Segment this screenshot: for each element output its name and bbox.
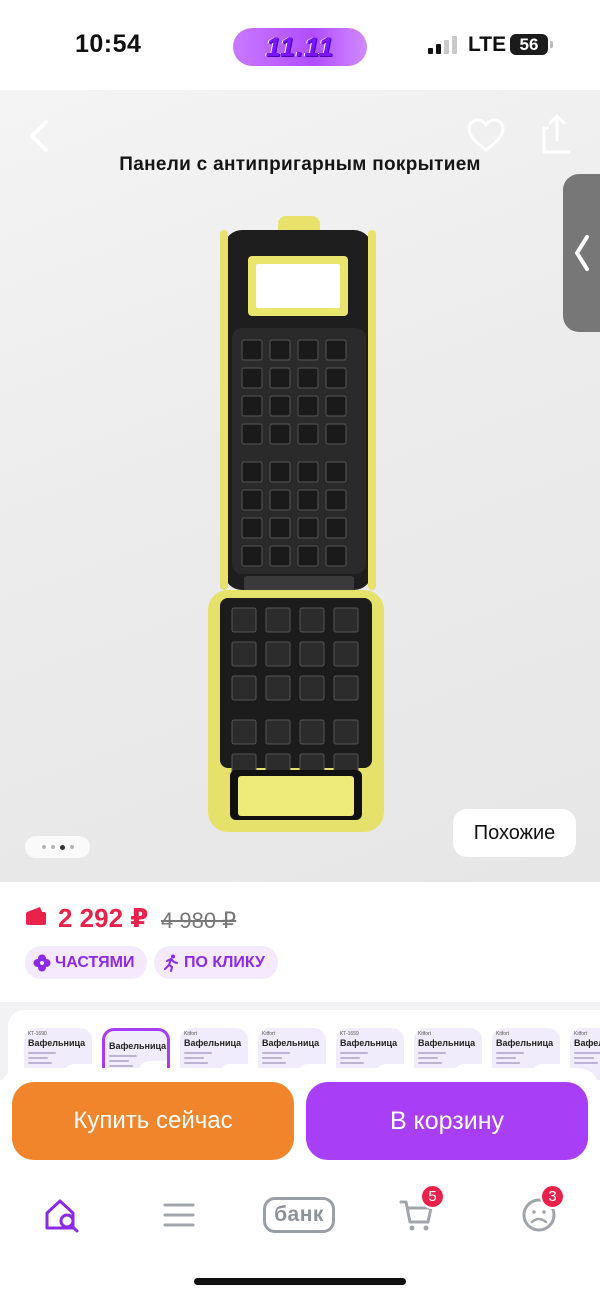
wallet-icon	[26, 907, 46, 925]
bottom-navigation: банк 5 3	[0, 1176, 600, 1300]
catalog-icon	[163, 1203, 195, 1227]
promo-label: 11.11	[265, 31, 335, 62]
variant-title: Вафельница	[109, 1041, 167, 1051]
add-to-cart-button[interactable]: В корзину	[306, 1082, 588, 1160]
running-man-icon	[164, 954, 178, 972]
status-bar: 10:54 11.11 LTE 56	[0, 0, 600, 90]
pagination-dot	[69, 845, 74, 849]
battery-icon: 56	[510, 34, 553, 55]
variant-brand: Kitfort	[574, 1031, 588, 1037]
nav-catalog[interactable]	[154, 1192, 204, 1238]
status-time: 10:54	[75, 30, 142, 58]
image-caption: Панели с антипригарным покрытием	[119, 154, 481, 175]
purchase-actions: Купить сейчас В корзину	[0, 1068, 600, 1176]
variant-title: Вафельница	[574, 1038, 600, 1048]
variant-title: Вафельница	[340, 1038, 398, 1048]
favorite-button[interactable]	[466, 116, 506, 156]
share-icon	[542, 113, 570, 154]
similar-products-button[interactable]: Похожие	[453, 809, 576, 857]
variant-title: Вафельница	[28, 1038, 86, 1048]
gallery-pagination	[25, 836, 90, 858]
chevron-left-icon	[30, 120, 48, 152]
variant-title: Вафельница	[418, 1038, 476, 1048]
variant-brand: Kitfort	[418, 1031, 432, 1037]
variant-brand: КТ-1659	[340, 1031, 359, 1037]
old-price: 4 980 ₽	[161, 908, 237, 933]
profile-notification-badge: 3	[540, 1184, 565, 1209]
installments-badge[interactable]: ЧАСТЯМИ	[25, 946, 147, 979]
product-image[interactable]	[198, 210, 394, 838]
installments-label: ЧАСТЯМИ	[55, 953, 135, 971]
variant-brand: Kitfort	[184, 1031, 198, 1037]
variant-title: Вафельница	[184, 1038, 242, 1048]
current-price: 2 292 ₽	[58, 903, 149, 933]
bank-icon: банк	[263, 1197, 335, 1233]
price-section: 2 292 ₽ 4 980 ₽ ЧАСТЯМИ ПО КЛИКУ	[0, 882, 600, 1002]
one-click-label: ПО КЛИКУ	[184, 953, 265, 971]
nav-bank[interactable]: банк	[258, 1192, 340, 1238]
network-type: LTE	[468, 33, 507, 56]
pagination-dot	[41, 845, 46, 849]
variant-title: Вафельница	[496, 1038, 554, 1048]
promo-badge[interactable]: 11.11	[233, 28, 367, 66]
share-button[interactable]	[540, 112, 570, 156]
one-click-badge[interactable]: ПО КЛИКУ	[154, 946, 278, 979]
back-button[interactable]	[20, 116, 60, 156]
product-gallery[interactable]: Панели с антипригарным покрытием Похожие	[0, 90, 600, 882]
heart-icon	[467, 118, 505, 152]
nav-home[interactable]	[37, 1192, 87, 1238]
clover-icon	[33, 954, 51, 971]
home-indicator[interactable]	[194, 1278, 406, 1285]
pagination-dot-active	[59, 844, 65, 850]
signal-icon	[428, 36, 458, 54]
variant-brand: Kitfort	[262, 1031, 276, 1037]
pagination-dot	[50, 845, 55, 849]
variant-brand: КТ-1690	[28, 1031, 47, 1037]
chevron-left-icon	[574, 235, 589, 271]
variant-brand: Kitfort	[496, 1031, 510, 1037]
cart-count-badge: 5	[420, 1184, 445, 1209]
side-panel-tab[interactable]	[563, 174, 600, 332]
variant-title: Вафельница	[262, 1038, 320, 1048]
buy-now-button[interactable]: Купить сейчас	[12, 1082, 294, 1160]
home-search-icon	[45, 1199, 79, 1233]
